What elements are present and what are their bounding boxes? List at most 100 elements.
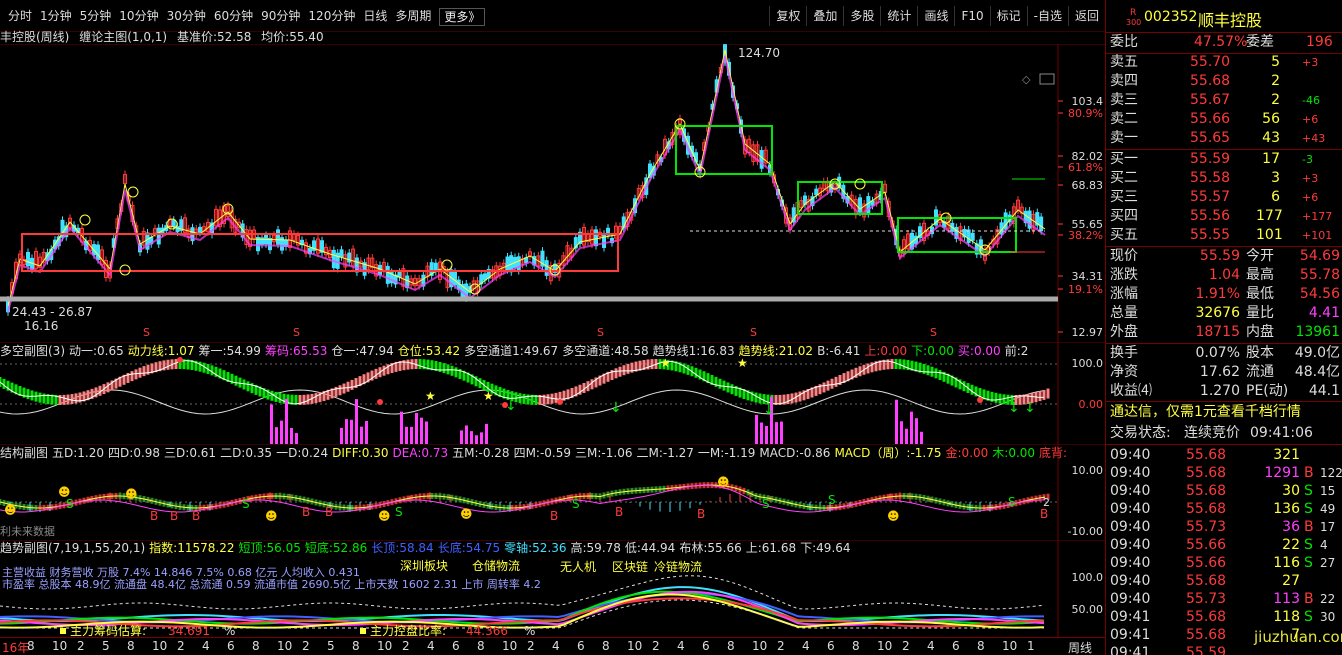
period-tab[interactable]: 120分钟 [304,8,359,26]
indicator-value: 多空通道1:49.67 [464,344,559,358]
volume-bar [360,426,363,444]
indicator-value: MACD:-0.86 [759,446,831,460]
cell: 委比 [1110,34,1138,50]
tool-button[interactable]: 返回 [1067,6,1105,26]
cell: 196 [1306,34,1333,50]
tool-button[interactable]: 多股 [843,6,880,26]
market-badge-top: R [1130,8,1137,18]
chart-tools: 复权 叠加 多股 统计 画线 F10 标记 -自选 返回 [769,6,1105,26]
app-window: 分时 1分钟 5分钟 10分钟 30分钟 60分钟 90分钟 120分钟 日线 多周期 更多》 复权… [0,0,1342,655]
period-tab[interactable]: 日线 [359,8,391,26]
indicator-value: 多空通道:48.58 [562,344,649,358]
tick-row: 09:40 55.73 36 B 17 [1106,518,1342,537]
smiley-icon: ☻ [265,509,278,523]
indicator-value: 动一:0.65 [69,344,124,358]
period-tab[interactable]: 5分钟 [76,8,116,26]
ask-label: 卖四 [1110,73,1138,89]
candle-body [347,252,352,263]
stock-header: R 300 002352 顺丰控股 [1106,0,1342,33]
candle-body [335,252,340,269]
tick-time: 09:40 [1110,483,1151,499]
tool-button[interactable]: 复权 [769,6,806,26]
period-tab[interactable]: 1分钟 [36,8,76,26]
stock-code[interactable]: 002352 [1144,9,1197,25]
concept-tag[interactable]: 冷链物流 [654,559,702,574]
stock-name[interactable]: 顺丰控股 [1198,7,1262,31]
candlestick-chart[interactable]: 124.7024.43 - 26.8716.16 S S S S S103.480.9%8… [0,44,1105,342]
stat-value: 17.62 [1199,364,1240,380]
subchart-name[interactable]: 多空副图(3) [0,344,65,358]
x-tick: 4 [677,639,685,653]
period-label[interactable]: 周线 [1068,639,1092,655]
volume-bar [755,414,758,444]
tool-button[interactable]: 画线 [917,6,954,26]
x-tick: 8 [27,639,35,653]
indicator-value: 上:61.68 [745,541,797,555]
s-marker: S [395,505,403,519]
period-tab[interactable]: 更多》 [439,8,486,26]
tool-button[interactable]: 标记 [989,6,1027,26]
tick-price: 55.73 [1186,591,1227,607]
diamond-icon[interactable]: ◇ [1022,73,1031,86]
bid-change: -3 [1302,153,1313,166]
divider [1106,401,1342,402]
period-tab[interactable]: 分时 [4,8,36,26]
candle-body [26,251,30,267]
bid-change: +6 [1302,191,1319,204]
volume-bar [285,398,288,444]
concept-tag[interactable]: 仓储物流 [472,558,520,573]
axis-tick: 2 [1043,496,1050,509]
legend-swatch [360,628,366,634]
control-ratio-label: 主力控盘比率: [370,623,446,637]
indicator-value: 趋势线:21.02 [738,344,814,358]
tool-button[interactable]: F10 [954,6,989,26]
b-marker: B [1040,507,1048,521]
candle-body [516,256,521,272]
stat-row: 涨跌 1.04 最高 55.78 [1106,266,1342,285]
candle-body [505,256,510,271]
x-tick: 10 [377,639,393,653]
candle-body [858,197,862,213]
ask-volume: 5 [1271,54,1280,70]
period-tab[interactable]: 多周期 [391,8,435,26]
indicator-name[interactable]: 缠论主图(1,0,1) [79,30,167,44]
volume-bar [780,421,783,444]
x-tick: 2 [527,639,535,653]
period-tab[interactable]: 10分钟 [115,8,162,26]
period-tab[interactable]: 90分钟 [257,8,304,26]
down-arrow-icon: ↓ [505,398,517,414]
subchart-name[interactable]: 结构副图 [0,446,48,460]
s-marker: S [1008,495,1016,509]
tool-button[interactable]: 叠加 [806,6,843,26]
stat-value: 0.07% [1195,345,1240,361]
concept-tag[interactable]: 区块链 [612,559,648,574]
period-tab[interactable]: 60分钟 [210,8,257,26]
fundamental-line1: 主营收益 财务营收 万股 7.4% 14.846 7.5% 0.68 亿元 人均… [2,565,360,579]
bid-price: 55.55 [1190,227,1231,243]
main-chart-header: 丰控股(周线) 缠论主图(1,0,1) 基准价:52.58 均价:55.40 [0,28,324,44]
candle-body [331,249,336,269]
x-tick: 2 [902,639,910,653]
period-tab[interactable]: 30分钟 [163,8,210,26]
stat-label: 净资 [1110,364,1138,380]
x-tick: 6 [452,639,460,653]
x-tick: 2 [402,639,410,653]
stat-label: 最高 [1246,267,1274,283]
subchart-name[interactable]: 趋势副图(7,19,1,55,20,1) [0,541,145,555]
indicator-value: 一M:-1.19 [697,446,756,460]
x-tick: 10 [627,639,643,653]
concept-tag[interactable]: 无人机 [560,560,596,574]
bid-volume: 3 [1271,170,1280,186]
status-time: 09:41:06 [1250,425,1313,441]
tick-price: 55.68 [1186,501,1227,517]
tool-button[interactable]: -自选 [1026,6,1068,26]
tool-button[interactable]: 统计 [880,6,917,26]
promo-row: 通达信，仅需1元查看千档行情 [1106,403,1342,422]
stock-period-title[interactable]: 丰控股(周线) [0,30,69,44]
expand-icon[interactable] [1039,73,1055,85]
b-marker: B [550,509,558,523]
concept-tag[interactable]: 深圳板块 [400,559,448,573]
axis-tick: 10.00 [1072,464,1104,477]
indicator-value: DIFF:0.30 [332,446,389,460]
subchart1-header: 多空副图(3) 动一:0.65 动力线:1.07 筹一:54.99 筹码:65.53 仓一… [0,344,1032,359]
